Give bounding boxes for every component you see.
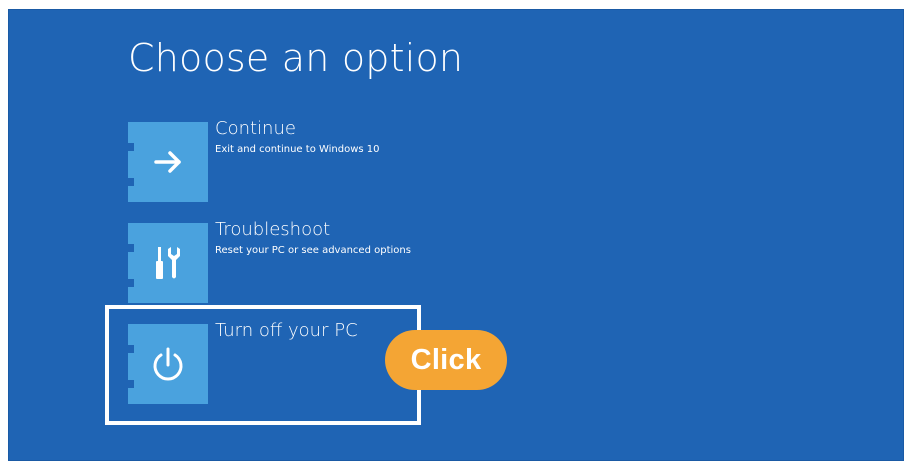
option-tile <box>128 122 208 202</box>
option-label: Continue <box>215 118 296 139</box>
highlight-frame <box>105 305 421 425</box>
option-troubleshoot[interactable]: Troubleshoot Reset your PC or see advanc… <box>128 219 411 307</box>
tile-notch <box>128 178 134 186</box>
option-description: Reset your PC or see advanced options <box>215 245 411 256</box>
arrow-right-icon <box>154 151 181 173</box>
tile-notch <box>128 279 134 287</box>
click-badge: Click <box>385 330 507 390</box>
page-title: Choose an option <box>128 36 464 80</box>
option-continue[interactable]: Continue Exit and continue to Windows 10 <box>128 118 408 206</box>
tile-notch <box>128 143 134 151</box>
option-description: Exit and continue to Windows 10 <box>215 144 380 155</box>
option-label: Troubleshoot <box>215 219 331 240</box>
tools-icon <box>156 247 180 279</box>
option-tile <box>128 223 208 303</box>
tile-notch <box>128 244 134 252</box>
